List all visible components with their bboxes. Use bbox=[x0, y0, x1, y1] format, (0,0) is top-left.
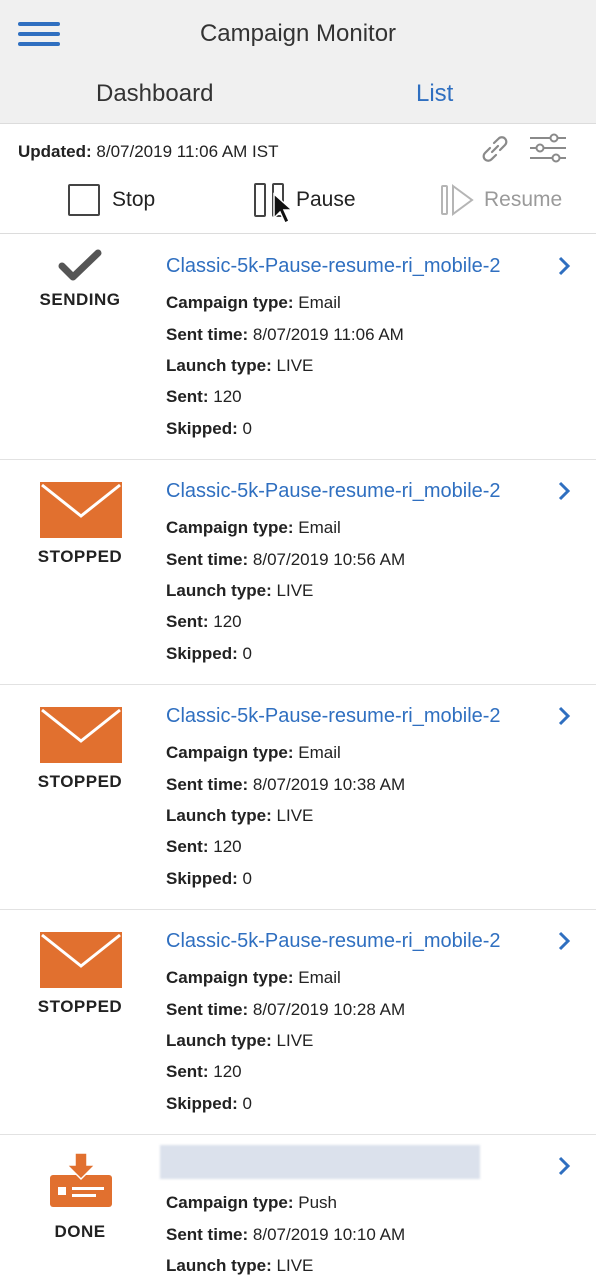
campaign-type-row: Campaign type: Email bbox=[166, 968, 341, 987]
pause-button[interactable]: Pause bbox=[254, 180, 356, 220]
status-badge: STOPPED bbox=[37, 547, 123, 566]
campaign-title-link[interactable]: Classic-5k-Pause-resume-ri_mobile-2 bbox=[166, 255, 501, 278]
envelope-icon bbox=[40, 482, 122, 538]
sent-time-row: Sent time: 8/07/2019 10:38 AM bbox=[166, 775, 406, 794]
campaign-card[interactable]: STOPPED Classic-5k-Pause-resume-ri_mobil… bbox=[0, 685, 596, 910]
status-badge: STOPPED bbox=[37, 997, 123, 1016]
launch-type-row: Launch type: LIVE bbox=[166, 806, 314, 825]
sent-count-row: Sent: 120 bbox=[166, 387, 242, 406]
status-badge: SENDING bbox=[39, 290, 121, 309]
app-title: Campaign Monitor bbox=[199, 20, 397, 47]
tab-dashboard[interactable]: Dashboard bbox=[96, 80, 213, 108]
launch-type-row: Launch type: LIVE bbox=[166, 1031, 314, 1050]
envelope-icon bbox=[40, 932, 122, 988]
chevron-right-icon[interactable] bbox=[556, 705, 572, 727]
chevron-right-icon[interactable] bbox=[556, 480, 572, 502]
chevron-right-icon[interactable] bbox=[556, 1155, 572, 1177]
sent-time-row: Sent time: 8/07/2019 10:10 AM bbox=[166, 1225, 406, 1244]
pause-label: Pause bbox=[296, 188, 356, 211]
campaign-title-link[interactable]: Classic-5k-Pause-resume-ri_mobile-2 bbox=[166, 930, 501, 953]
mouse-cursor-icon bbox=[273, 192, 294, 225]
campaign-card[interactable]: STOPPED Classic-5k-Pause-resume-ri_mobil… bbox=[0, 460, 596, 685]
sent-time-row: Sent time: 8/07/2019 10:56 AM bbox=[166, 550, 406, 569]
campaign-type-row: Campaign type: Email bbox=[166, 743, 341, 762]
resume-icon bbox=[441, 184, 474, 216]
envelope-icon bbox=[40, 707, 122, 763]
skipped-count-row: Skipped: 0 bbox=[166, 419, 252, 438]
blurred-campaign-title[interactable] bbox=[160, 1145, 480, 1179]
campaign-type-row: Campaign type: Email bbox=[166, 293, 341, 312]
check-icon bbox=[58, 249, 102, 281]
campaign-title-link[interactable]: Classic-5k-Pause-resume-ri_mobile-2 bbox=[166, 705, 501, 728]
launch-type-row: Launch type: LIVE bbox=[166, 1256, 314, 1275]
launch-type-row: Launch type: LIVE bbox=[166, 581, 314, 600]
campaign-type-row: Campaign type: Email bbox=[166, 518, 341, 537]
stop-button[interactable]: Stop bbox=[68, 180, 155, 220]
sent-time-row: Sent time: 8/07/2019 10:28 AM bbox=[166, 1000, 406, 1019]
campaign-title-link[interactable]: Classic-5k-Pause-resume-ri_mobile-2 bbox=[166, 480, 501, 503]
action-toolbar: Updated: 8/07/2019 11:06 AM IST Stop Pau… bbox=[0, 124, 596, 234]
chevron-right-icon[interactable] bbox=[556, 255, 572, 277]
launch-type-row: Launch type: LIVE bbox=[166, 356, 314, 375]
status-badge: STOPPED bbox=[37, 772, 123, 791]
chevron-right-icon[interactable] bbox=[556, 930, 572, 952]
push-download-icon bbox=[50, 1153, 112, 1207]
campaign-card[interactable]: SENDING Classic-5k-Pause-resume-ri_mobil… bbox=[0, 235, 596, 460]
skipped-count-row: Skipped: 0 bbox=[166, 869, 252, 888]
campaign-type-row: Campaign type: Push bbox=[166, 1193, 338, 1212]
updated-value: 8/07/2019 11:06 AM IST bbox=[96, 142, 279, 161]
status-badge: DONE bbox=[54, 1222, 106, 1241]
stop-checkbox-icon bbox=[68, 184, 100, 216]
skipped-count-row: Skipped: 0 bbox=[166, 644, 252, 663]
last-updated: Updated: 8/07/2019 11:06 AM IST bbox=[18, 142, 279, 162]
link-icon[interactable] bbox=[478, 134, 512, 164]
campaign-card[interactable]: DONE Campaign type: Push Sent time: 8/07… bbox=[0, 1135, 596, 1279]
resume-label: Resume bbox=[484, 188, 563, 211]
campaign-card[interactable]: STOPPED Classic-5k-Pause-resume-ri_mobil… bbox=[0, 910, 596, 1135]
sent-count-row: Sent: 120 bbox=[166, 612, 242, 631]
stop-label: Stop bbox=[112, 188, 156, 211]
tab-list[interactable]: List bbox=[416, 80, 453, 108]
sent-count-row: Sent: 120 bbox=[166, 1062, 242, 1081]
skipped-count-row: Skipped: 0 bbox=[166, 1094, 252, 1113]
resume-button[interactable]: Resume bbox=[440, 180, 562, 220]
app-header: Campaign Monitor Dashboard List bbox=[0, 0, 596, 124]
updated-label: Updated: bbox=[18, 142, 92, 161]
filter-settings-icon[interactable] bbox=[528, 132, 568, 164]
sent-time-row: Sent time: 8/07/2019 11:06 AM bbox=[166, 325, 404, 344]
sent-count-row: Sent: 120 bbox=[166, 837, 242, 856]
